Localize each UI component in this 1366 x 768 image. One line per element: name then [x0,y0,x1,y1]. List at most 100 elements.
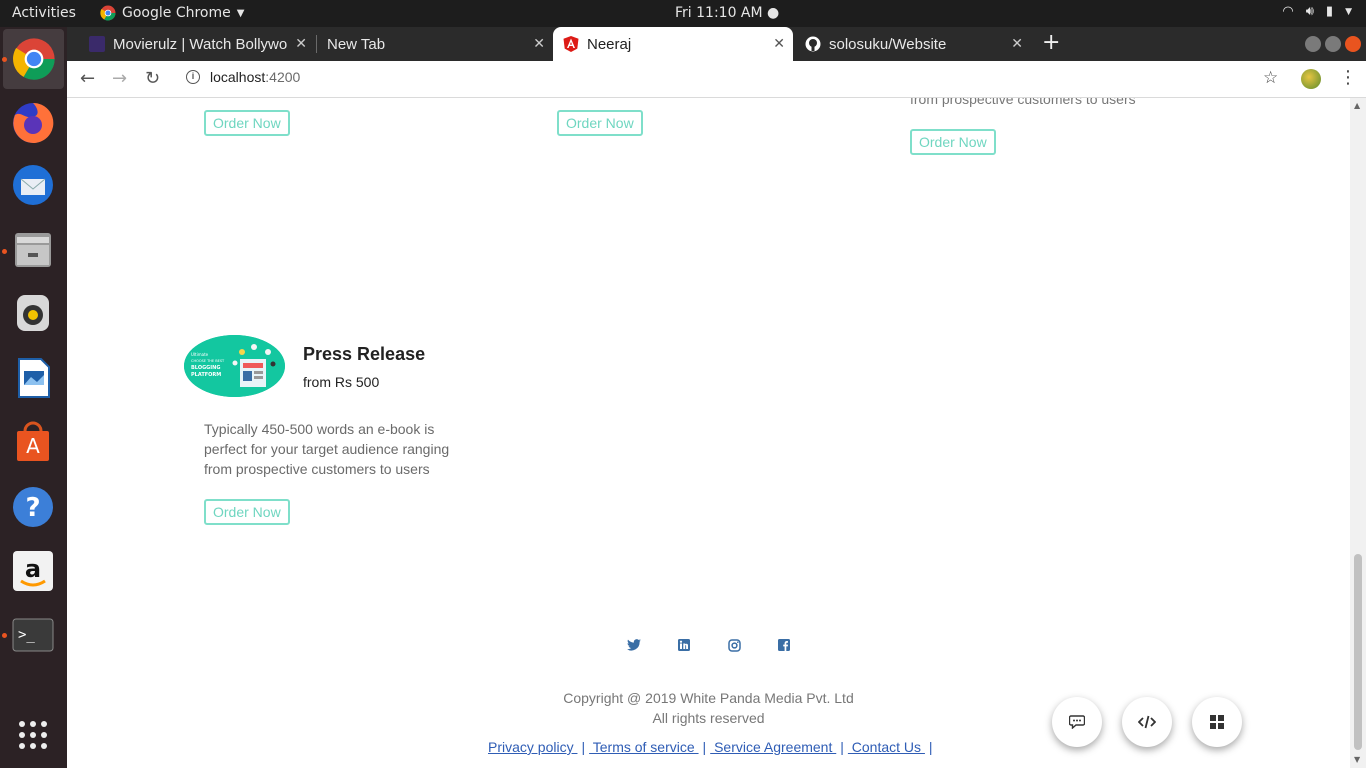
running-indicator [2,57,7,62]
code-button[interactable] [1122,697,1172,747]
order-now-button[interactable]: Order Now [204,110,290,136]
dock-libreoffice-writer[interactable] [9,353,57,401]
url-text[interactable]: localhost:4200 [210,69,300,85]
dock-chrome[interactable] [3,29,64,89]
info-icon[interactable]: i [186,70,200,84]
clock[interactable]: Fri 11:10 AM ● [675,5,779,21]
tab-title: solosuku/Website [829,35,947,53]
blogging-platform-image: Ultimate CHOOSE THE BEST BLOGGING PLATFO… [184,335,285,397]
close-icon[interactable]: ✕ [1011,35,1023,52]
tab-title: Movierulz | Watch Bollywo [113,35,288,53]
close-icon[interactable]: ✕ [773,35,785,52]
tab-neeraj[interactable]: Neeraj ✕ [553,27,793,61]
card-price: from Rs 500 [303,374,380,390]
tab-github[interactable]: solosuku/Website ✕ [795,27,1031,61]
system-tray[interactable]: ◠ 🔊︎ ▮ ▼ [1282,4,1352,19]
help-icon: ? [13,487,53,527]
instagram-icon[interactable] [727,638,741,652]
movierulz-favicon-icon [89,36,105,52]
speaker-icon [17,295,49,331]
code-icon [1138,715,1156,729]
chat-icon [1069,715,1085,729]
profile-avatar[interactable] [1301,69,1321,89]
privacy-policy-link[interactable]: Privacy policy [488,739,577,755]
new-tab-button[interactable]: + [1042,30,1060,55]
terms-of-service-link[interactable]: Terms of service [589,739,698,755]
maximize-button[interactable] [1325,36,1341,52]
chrome-icon [100,5,116,21]
terminal-icon: >_ [12,618,54,652]
dock-rhythmbox[interactable] [9,289,57,337]
running-indicator [2,633,7,638]
link-separator: | [702,739,707,755]
svg-text:A: A [26,434,40,458]
scrollbar-thumb[interactable] [1354,554,1362,750]
tab-new-tab[interactable]: New Tab ✕ [317,27,553,61]
wifi-icon: ◠ [1282,4,1294,19]
firefox-icon [13,102,54,143]
link-separator: | [928,739,933,755]
running-indicator [2,249,7,254]
amazon-icon: a [13,551,53,591]
page-viewport: Order Now Order Now from prospective cus… [67,98,1350,768]
card-description: Typically 450-500 words an e-book is per… [204,421,450,477]
system-top-bar: Activities Google Chrome ▼ Fri 11:10 AM … [0,0,1366,27]
dock-help[interactable]: ? [9,483,57,531]
back-button[interactable]: ← [80,68,95,89]
twitter-icon[interactable] [627,638,641,652]
github-icon [805,36,821,52]
chevron-down-icon: ▼ [236,7,245,19]
close-icon[interactable]: ✕ [533,35,545,52]
browser-toolbar: ← → ↻ i localhost:4200 ☆ ⋮ [67,61,1366,98]
dock-terminal[interactable]: >_ [9,611,57,659]
service-agreement-link[interactable]: Service Agreement [710,739,836,755]
forward-button[interactable]: → [112,68,127,89]
reload-button[interactable]: ↻ [145,68,160,89]
image-caption-line: PLATFORM [191,372,221,378]
window-close-button[interactable] [1345,36,1361,52]
order-now-button[interactable]: Order Now [204,499,290,525]
chrome-icon [12,38,55,80]
dock-firefox[interactable] [9,99,57,147]
card-description-fragment: from prospective customers to users [910,98,1136,107]
svg-text:a: a [25,555,41,583]
contact-us-link[interactable]: Contact Us [848,739,925,755]
tab-movierulz[interactable]: Movierulz | Watch Bollywo ✕ [79,27,315,61]
tab-title: New Tab [327,35,386,53]
app-name: Google Chrome [122,5,231,21]
facebook-icon[interactable] [777,638,791,652]
order-now-button[interactable]: Order Now [910,129,996,155]
dock-files[interactable] [9,225,57,273]
scroll-down-arrow-icon[interactable]: ▼ [1354,755,1360,764]
apps-grid-icon [19,721,47,749]
minimize-button[interactable] [1305,36,1321,52]
image-caption-line: BLOGGING [191,365,220,371]
dock-software[interactable]: A [9,417,57,465]
svg-text:>_: >_ [18,627,35,643]
angular-icon [563,36,579,52]
footer-links: Privacy policy | Terms of service | Serv… [488,739,937,755]
linkedin-icon[interactable] [677,638,691,652]
bookmark-star-icon[interactable]: ☆ [1263,68,1278,88]
volume-icon: 🔊︎ [1305,4,1314,19]
menu-kebab-icon[interactable]: ⋮ [1339,67,1357,88]
order-now-button[interactable]: Order Now [557,110,643,136]
link-separator: | [840,739,844,755]
shopping-bag-icon: A [17,421,49,461]
close-icon[interactable]: ✕ [291,35,307,52]
page-scrollbar[interactable]: ▲ ▼ [1350,98,1366,768]
tab-strip: Movierulz | Watch Bollywo ✕ New Tab ✕ Ne… [67,27,1366,61]
dock-amazon[interactable]: a [9,547,57,595]
app-menu[interactable]: Google Chrome ▼ [100,5,244,21]
show-applications[interactable] [9,711,57,759]
grid-button[interactable] [1192,697,1242,747]
dock-thunderbird[interactable] [9,161,57,209]
document-icon [18,358,50,398]
chat-button[interactable] [1052,697,1102,747]
address-bar[interactable]: i localhost:4200 [186,69,300,85]
link-separator: | [581,739,586,755]
scroll-up-arrow-icon[interactable]: ▲ [1354,101,1360,110]
activities-button[interactable]: Activities [12,5,76,21]
chevron-down-icon: ▼ [1345,6,1352,17]
tab-title: Neeraj [587,35,632,53]
